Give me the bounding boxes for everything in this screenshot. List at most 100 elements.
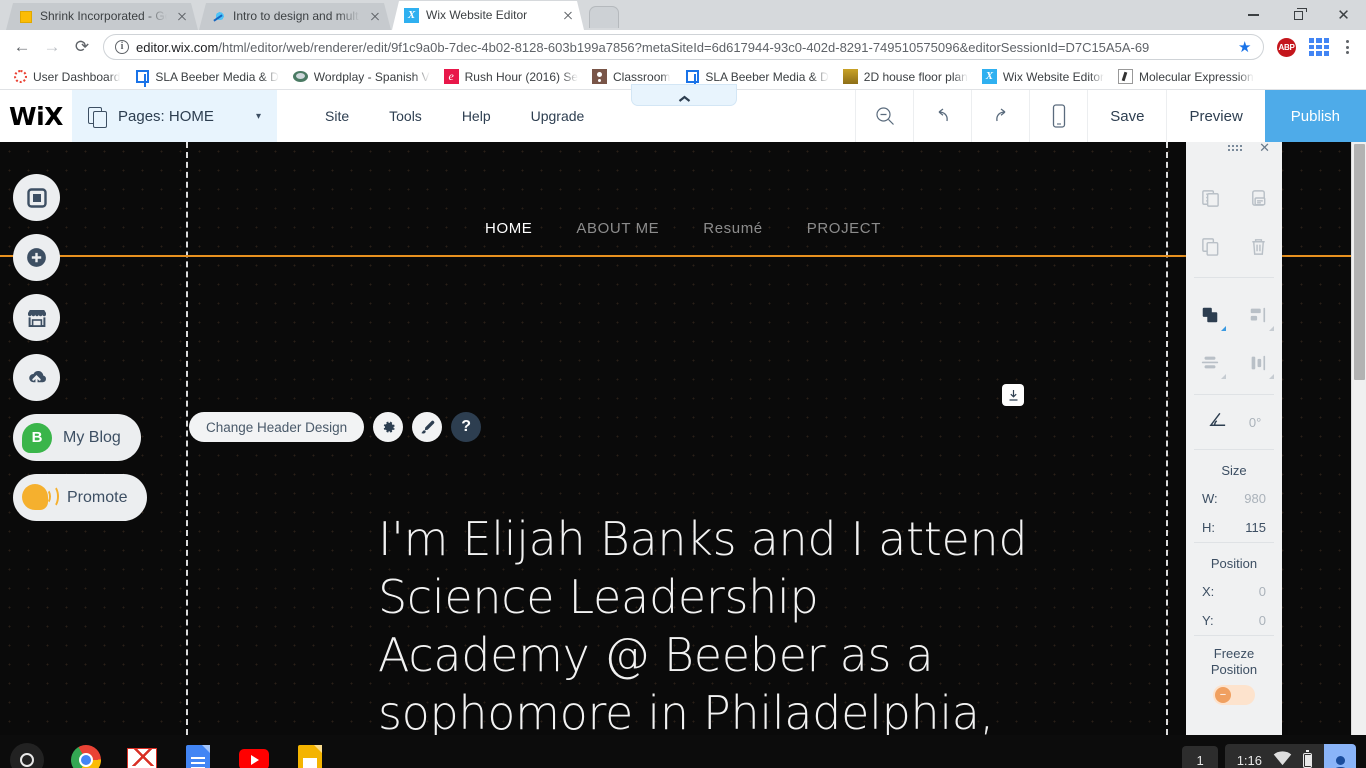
x-position-row[interactable]: X: 0 [1186,577,1282,606]
my-blog-button[interactable]: B My Blog [13,414,141,461]
width-value[interactable]: 980 [1244,491,1266,506]
panel-collapse-handle[interactable] [631,84,737,106]
undo-icon[interactable] [913,90,971,142]
publish-button[interactable]: Publish [1264,90,1366,142]
youtube-icon [239,749,269,768]
match-size-icon[interactable] [1243,348,1274,379]
layers-icon[interactable] [1195,300,1226,331]
bookmark-item[interactable]: Molecular Expression [1112,67,1260,87]
site-navigation-menu[interactable]: HOME ABOUT ME Resumé PROJECT [0,220,1366,237]
info-circle-icon[interactable]: i [115,40,129,54]
change-header-design-button[interactable]: Change Header Design [189,412,365,442]
omnibox-bar: ← → ⟳ i editor.wix.com/html/editor/web/r… [0,30,1366,64]
close-icon[interactable] [367,9,383,25]
bookmark-item[interactable]: X Wix Website Editor [976,67,1110,87]
docs-app[interactable] [181,743,215,768]
height-row[interactable]: H: 115 [1186,513,1282,542]
tray-status-area[interactable]: 1:16 [1224,744,1356,768]
bookmark-item[interactable]: 2D house floor plan [837,67,974,87]
drag-dots-icon[interactable] [1227,145,1242,151]
freeze-line-1: Freeze [1213,646,1255,661]
launcher-circle-icon[interactable] [10,743,44,768]
menu-item-help[interactable]: Help [442,90,511,142]
adblock-plus-icon[interactable]: ABP [1277,37,1296,57]
zoom-out-icon[interactable] [855,90,913,142]
close-icon[interactable]: ✕ [1259,142,1270,156]
paste-icon[interactable] [1243,183,1273,213]
site-nav-about-me[interactable]: ABOUT ME [576,220,659,237]
height-value[interactable]: 115 [1245,520,1266,535]
system-tray: 1 1:16 [1182,744,1356,768]
kebab-menu-icon[interactable] [1336,40,1358,54]
browser-tab[interactable]: Intro to design and mult [199,3,391,30]
y-value[interactable]: 0 [1259,613,1266,628]
pages-dropdown[interactable]: Pages: HOME ▾ [72,90,277,142]
virtual-desk-badge[interactable]: 1 [1182,745,1218,768]
gear-icon[interactable] [373,412,404,442]
tray-status[interactable]: 1:16 [1224,744,1324,768]
bookmark-item[interactable]: User Dashboard [6,67,126,87]
browser-tab[interactable]: Shrink Incorporated - Go [6,3,198,30]
paintbrush-icon[interactable] [412,412,443,442]
wix-logo[interactable]: WiX [0,102,72,131]
promote-button[interactable]: Promote [13,474,148,521]
menu-item-site[interactable]: Site [305,90,369,142]
size-section-title: Size [1221,463,1247,478]
close-icon[interactable] [174,9,190,25]
scrollbar-thumb[interactable] [1354,144,1365,380]
bookmark-item[interactable]: SLA Beeber Media & D [128,67,284,87]
browser-tab-active[interactable]: X Wix Website Editor [392,1,584,30]
hero-text[interactable]: I'm Elijah Banks and I attend Science Le… [378,510,1038,735]
minimize-icon[interactable] [1231,0,1276,30]
bookmark-item[interactable]: Wordplay - Spanish V [287,67,436,87]
youtube-app[interactable] [237,743,271,768]
bookmark-star-icon[interactable]: ★ [1238,40,1254,55]
app-market-button[interactable] [13,294,60,341]
freeze-position-toggle[interactable]: − [1213,685,1255,705]
user-avatar-icon[interactable] [1324,744,1356,768]
align-icon[interactable] [1243,300,1274,331]
close-icon[interactable] [560,8,576,24]
vertical-scrollbar[interactable] [1351,142,1366,735]
duplicate-icon[interactable] [1195,231,1225,261]
site-nav-resume[interactable]: Resumé [703,220,762,237]
rotate-angle-icon[interactable] [1207,409,1228,435]
preview-button[interactable]: Preview [1166,90,1264,142]
redo-icon[interactable] [971,90,1029,142]
y-position-row[interactable]: Y: 0 [1186,606,1282,635]
expand-caret-icon [1221,326,1226,331]
x-value[interactable]: 0 [1259,584,1266,599]
expand-caret-icon [1269,374,1274,379]
site-nav-home[interactable]: HOME [485,220,532,237]
anchor-download-icon[interactable] [1002,384,1024,406]
upload-button[interactable] [13,354,60,401]
distribute-icon[interactable] [1195,348,1226,379]
site-nav-project[interactable]: PROJECT [807,220,881,237]
background-button[interactable] [13,174,60,221]
editor-canvas[interactable]: HOME ABOUT ME Resumé PROJECT Change Head… [0,142,1366,735]
chrome-app[interactable] [69,743,103,768]
menu-item-upgrade[interactable]: Upgrade [511,90,605,142]
forward-arrow-icon[interactable]: → [38,33,66,61]
new-tab-button[interactable] [589,6,619,28]
reload-icon[interactable]: ⟳ [68,33,96,61]
address-bar[interactable]: i editor.wix.com/html/editor/web/rendere… [103,34,1264,60]
freeze-line-2: Position [1210,662,1258,677]
mobile-view-icon[interactable] [1029,90,1087,142]
save-button[interactable]: Save [1087,90,1166,142]
gmail-app[interactable] [125,743,159,768]
trash-icon[interactable] [1243,231,1273,261]
close-icon[interactable]: ✕ [1321,0,1366,30]
menu-item-tools[interactable]: Tools [369,90,442,142]
width-row[interactable]: W: 980 [1186,484,1282,513]
slides-app[interactable] [293,743,327,768]
rotation-value[interactable]: 0° [1249,415,1261,430]
add-button[interactable] [13,234,60,281]
question-mark-icon[interactable]: ? [451,412,482,442]
restore-icon[interactable] [1276,0,1321,30]
panel-header: ✕ [1186,142,1282,161]
back-arrow-icon[interactable]: ← [8,33,36,61]
bookmark-item[interactable]: e Rush Hour (2016) Se [438,67,584,87]
copy-icon[interactable] [1195,183,1225,213]
apps-grid-icon[interactable] [1309,38,1329,56]
